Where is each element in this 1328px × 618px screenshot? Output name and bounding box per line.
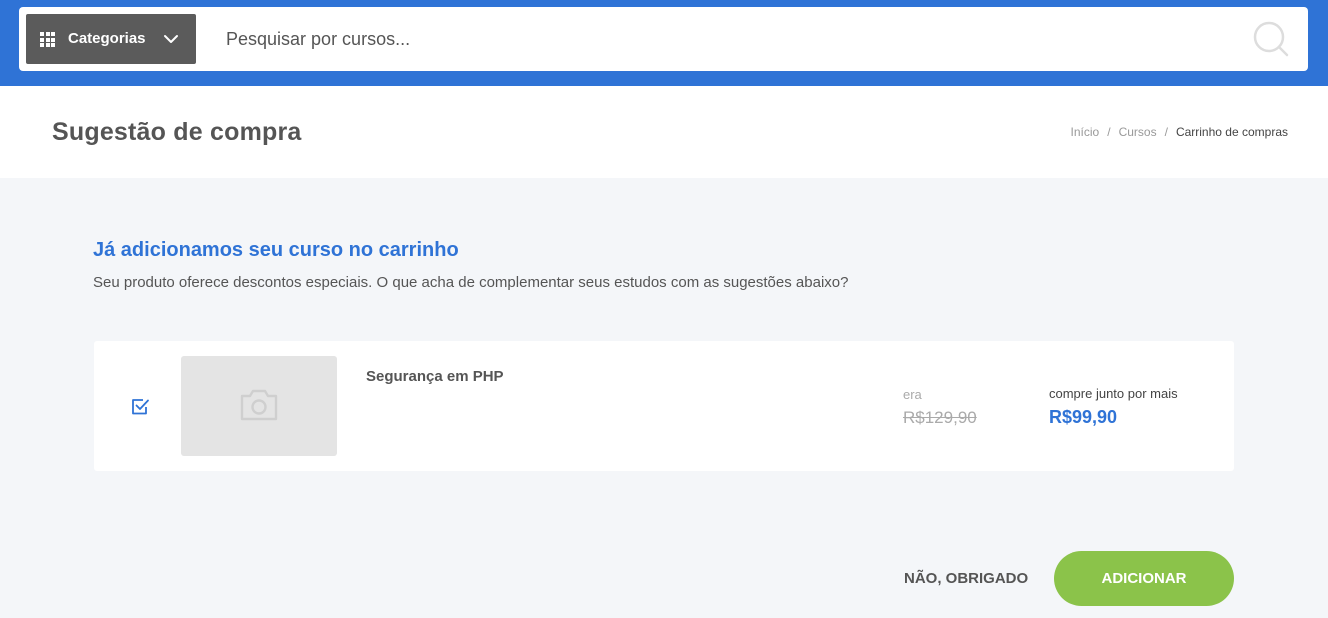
search-icon[interactable]	[1251, 19, 1291, 59]
bundle-price: R$99,90	[1049, 407, 1118, 427]
intro-title: Já adicionamos seu curso no carrinho	[93, 239, 459, 261]
search-input[interactable]	[226, 21, 1226, 57]
grid-icon	[40, 32, 55, 47]
breadcrumb: Início / Cursos / Carrinho de compras	[1071, 125, 1288, 139]
breadcrumb-courses[interactable]: Cursos	[1119, 125, 1157, 139]
categories-label: Categorias	[68, 30, 146, 47]
no-thanks-button[interactable]: NÃO, OBRIGADO	[904, 570, 1028, 587]
top-bar: Categorias	[0, 0, 1328, 86]
page-title: Sugestão de compra	[52, 118, 302, 146]
product-thumbnail	[181, 356, 337, 456]
intro-text: Seu produto oferece descontos especiais.…	[93, 274, 849, 291]
checkbox-checked-icon[interactable]	[131, 397, 150, 416]
page-header: Sugestão de compra Início / Cursos / Car…	[0, 86, 1328, 178]
add-button[interactable]: ADICIONAR	[1054, 551, 1234, 606]
original-price-label: era	[903, 387, 922, 402]
camera-icon	[240, 389, 278, 421]
breadcrumb-home[interactable]: Início	[1071, 125, 1100, 139]
suggestion-card: Segurança em PHP era R$129,90 compre jun…	[94, 341, 1234, 471]
bundle-price-label: compre junto por mais	[1049, 386, 1178, 401]
product-name: Segurança em PHP	[366, 368, 504, 385]
breadcrumb-separator: /	[1164, 125, 1168, 139]
original-price: R$129,90	[903, 408, 977, 427]
breadcrumb-current: Carrinho de compras	[1175, 125, 1288, 139]
search-bar: Categorias	[19, 7, 1308, 71]
categories-button[interactable]: Categorias	[26, 14, 196, 64]
chevron-down-icon	[164, 35, 178, 43]
breadcrumb-separator: /	[1107, 125, 1111, 139]
